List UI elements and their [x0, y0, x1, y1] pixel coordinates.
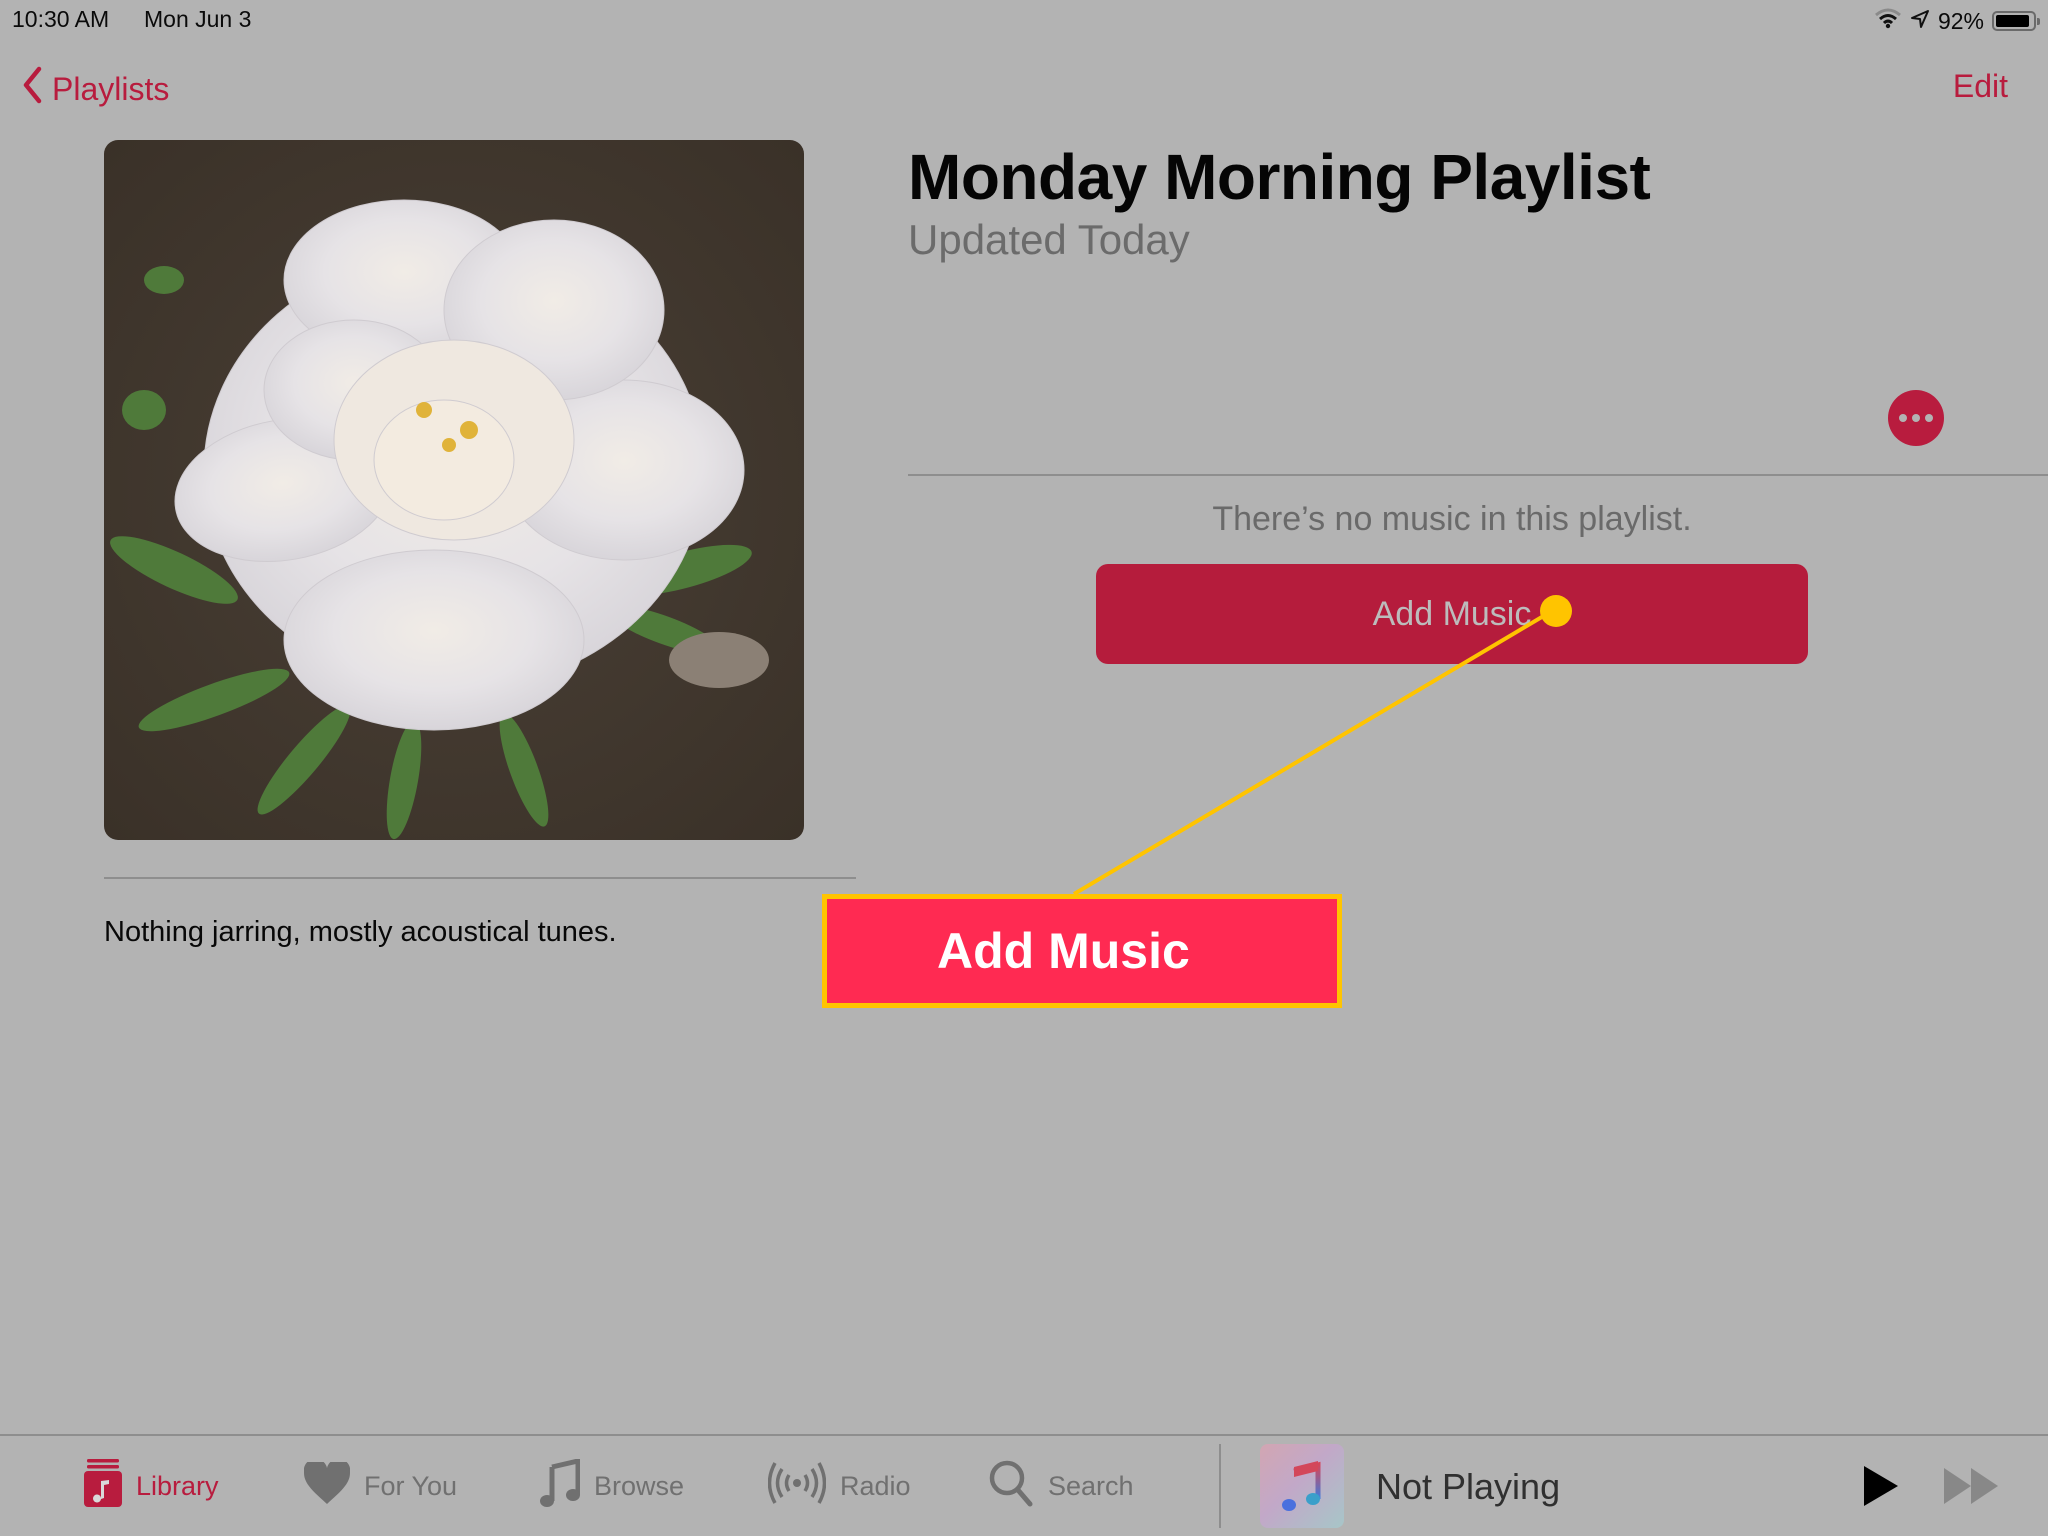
- tab-label: Search: [1048, 1470, 1134, 1501]
- tab-label: For You: [364, 1470, 458, 1501]
- chevron-left-icon: [22, 66, 42, 112]
- library-icon: [84, 1458, 122, 1514]
- playlist-description: Nothing jarring, mostly acoustical tunes…: [104, 916, 617, 948]
- tab-search[interactable]: Search: [988, 1460, 1134, 1512]
- search-icon: [988, 1459, 1034, 1514]
- playlist-artwork[interactable]: [104, 140, 804, 840]
- tab-label: Radio: [840, 1470, 911, 1501]
- music-note-icon: [1282, 1461, 1321, 1511]
- divider: [104, 877, 856, 879]
- ellipsis-dot: [1912, 414, 1920, 422]
- now-playing-label: Not Playing: [1376, 1466, 1561, 1507]
- play-icon: [1864, 1466, 1898, 1506]
- battery-fill: [1996, 15, 2030, 27]
- tab-for-you[interactable]: For You: [303, 1458, 458, 1512]
- heart-icon: [303, 1458, 351, 1511]
- tab-label: Browse: [594, 1470, 685, 1501]
- divider: [908, 474, 2048, 476]
- peony-photo: [104, 140, 804, 840]
- status-date: Mon Jun 3: [144, 6, 252, 32]
- playlist-updated: Updated Today: [908, 216, 1190, 263]
- music-note-icon: [540, 1457, 581, 1514]
- ellipsis-dot: [1925, 414, 1933, 422]
- battery-icon: [1992, 11, 2040, 31]
- edit-button[interactable]: Edit: [1953, 68, 2008, 105]
- back-button[interactable]: Playlists: [22, 66, 169, 112]
- status-time: 10:30 AM: [12, 6, 110, 32]
- tab-radio[interactable]: Radio: [767, 1459, 911, 1514]
- wifi-icon: [1874, 7, 1902, 35]
- fast-forward-button[interactable]: [1944, 1468, 2000, 1504]
- fast-forward-icon: [1944, 1468, 1998, 1504]
- callout-label: Add Music: [822, 894, 1342, 1008]
- tab-label: Library: [136, 1470, 219, 1501]
- empty-playlist-message: There’s no music in this playlist.: [1212, 500, 1692, 538]
- battery-percent: 92%: [1937, 7, 1984, 34]
- playlist-title: Monday Morning Playlist: [908, 141, 1651, 213]
- location-arrow-icon: [1910, 8, 1930, 35]
- tab-browse[interactable]: Browse: [540, 1457, 685, 1514]
- back-button-label: Playlists: [52, 70, 170, 107]
- ellipsis-dot: [1899, 414, 1907, 422]
- radio-icon: [767, 1459, 827, 1514]
- now-playing-artwork[interactable]: [1260, 1444, 1344, 1528]
- more-options-button[interactable]: [1888, 390, 1944, 446]
- status-indicators: 92%: [1874, 6, 2040, 36]
- divider: [1219, 1444, 1221, 1528]
- tab-library[interactable]: Library: [84, 1458, 219, 1514]
- add-music-button[interactable]: Add Music: [1096, 564, 1808, 664]
- play-button[interactable]: [1862, 1464, 1902, 1508]
